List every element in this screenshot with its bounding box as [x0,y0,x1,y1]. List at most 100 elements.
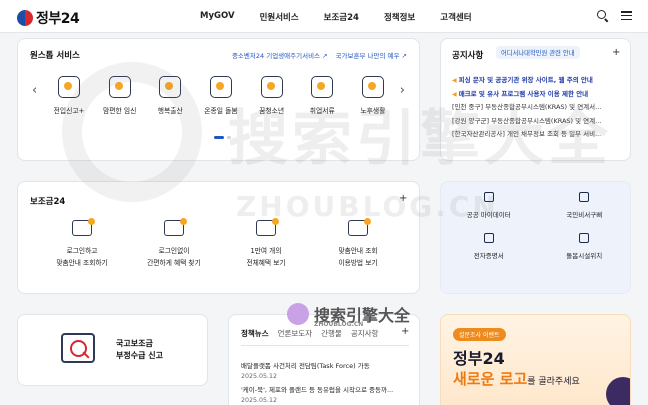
subsidy-view-all[interactable]: 1만여 개의 전체혜택 보기 [220,218,312,269]
magnifier-report-icon [61,333,95,363]
service-label: 맘편한 임신 [102,107,137,115]
news-title: 배달플랫폼 사건처리 전담팀(Task Force) 가동 [241,362,370,370]
notices-more-icon[interactable]: + [612,47,620,58]
ribbon-icon [209,76,232,98]
search-icon[interactable] [597,10,609,22]
subsidy24-list: 로그인하고 맞춤안내 조회하기 로그인없이 간편하게 혜택 찾기 1만여 개의 … [36,218,404,269]
onestop-service-links: 중소벤처24 기업생애주기서비스 ↗ 국가보훈부 나만의 예우 ↗ [232,50,407,60]
quick-links-grid: 공공 마이데이터 국민비서구삐 전자증명서 돌봄시설위치 [441,192,632,260]
nav-policy-info[interactable]: 정책정보 [384,11,415,23]
notice-item[interactable]: 매크로 및 유사 프로그램 사용자 이용 제한 안내 [452,88,627,102]
news-tabs: 정책뉴스 언론보도자 간행물 공지사항 [241,328,378,339]
service-item-birth[interactable]: 행복출산 [147,76,193,115]
quick-link-secretary[interactable]: 국민비서구삐 [537,192,633,219]
quick-link-care-facility[interactable]: 돌봄시설위치 [537,233,633,260]
onestop-services-card: 원스톱 서비스 중소벤처24 기업생애주기서비스 ↗ 국가보훈부 나만의 예우 … [17,38,420,161]
quick-link-e-certificate[interactable]: 전자증명서 [441,233,537,260]
top-header: 정부24 MyGOV 민원서비스 보조금24 정책정보 고객센터 [0,0,648,33]
service-label: 온종일 돌봄 [204,107,238,115]
carousel-next-icon[interactable]: › [400,83,405,98]
subsidy24-title: 보조금24 [30,197,66,207]
sme-lifecycle-link[interactable]: 중소벤처24 기업생애주기서비스 ↗ [232,50,328,60]
quick-link-label: 돌봄시설위치 [566,252,603,260]
carousel-pagination [214,136,231,139]
notice-badge[interactable]: 어디서나대학민원 관련 안내 [496,46,580,59]
news-card: 정책뉴스 언론보도자 간행물 공지사항 + 배달플랫폼 사건처리 전담팀(Tas… [228,314,420,405]
service-label: 꿈청소년 [259,107,285,115]
service-item-youth[interactable]: 꿈청소년 [249,76,295,115]
list-icon [164,218,187,236]
quick-link-label: 국민비서구삐 [566,211,603,219]
service-item-pregnancy[interactable]: 맘편한 임신 [97,76,143,115]
chat-icon [579,192,590,202]
screen-icon [348,218,371,236]
senior-icon [361,76,384,98]
decorative-shape [606,377,630,405]
nav-customer-center[interactable]: 고객센터 [440,11,471,23]
quick-link-label: 전자증명서 [473,252,504,260]
service-item-senior[interactable]: 노후생활 [350,76,396,115]
document-icon [483,233,494,243]
gov24-logo[interactable]: 정부24 [17,8,80,28]
notice-item[interactable]: [강원 양구군] 부동산종합공부시스템(KRAS) 및 연계... [452,115,627,129]
banner-subtitle-rest: 를 골라주세요 [527,377,580,387]
tab-publications[interactable]: 간행물 [321,328,342,339]
nav-mygov[interactable]: MyGOV [200,11,235,23]
quick-link-mydata[interactable]: 공공 마이데이터 [441,192,537,219]
carousel-dot-1[interactable] [214,136,224,139]
hand-data-icon [483,192,494,202]
service-label: 노후생활 [360,107,386,115]
nav-civil-service[interactable]: 민원서비스 [260,11,299,23]
veterans-link[interactable]: 국가보훈부 나만의 예우 ↗ [336,50,407,60]
book-icon [260,76,283,98]
main-nav: MyGOV 민원서비스 보조금24 정책정보 고객센터 [200,11,497,23]
hamburger-menu-icon[interactable] [621,10,632,21]
news-item[interactable]: '케이-북', 제포와 플랜드 등 동유럽을 시작으로 중동까... 2025.… [241,384,393,404]
service-label: 행복출산 [157,107,183,115]
location-pin-icon [579,233,590,243]
subsidy24-more-icon[interactable]: + [399,193,407,204]
banner-title: 정부24 [453,349,505,368]
service-label: 전입신고+ [53,107,85,115]
news-divider [241,345,409,346]
subsidy-label: 맞춤안내 조회 이용방법 보기 [338,247,378,267]
report-label: 국고보조금 부정수급 신고 [116,339,163,360]
banner-subtitle: 새로운 로고를 골라주세요 [453,368,580,389]
notices-title: 공지사항 [452,51,484,61]
nav-subsidy24[interactable]: 보조금24 [324,11,359,23]
tab-policy-news[interactable]: 정책뉴스 [241,328,269,339]
service-item-care[interactable]: 온종일 돌봄 [198,76,244,115]
subsidy-label: 로그인하고 맞춤안내 조회하기 [56,247,108,267]
notice-item[interactable]: [한국자산관리공사] 개인 채무정보 조회 등 일부 서비... [452,128,627,142]
subsidy-login-lookup[interactable]: 로그인하고 맞춤안내 조회하기 [36,218,128,269]
news-more-icon[interactable]: + [401,326,409,337]
quick-link-label: 공공 마이데이터 [466,211,511,219]
carousel-prev-icon[interactable]: ‹ [32,83,37,98]
subsidy-label: 1만여 개의 전체혜택 보기 [246,247,286,267]
subsidy-fraud-report-card[interactable]: 국고보조금 부정수급 신고 [17,314,208,386]
banner-highlight: 새로운 로고 [453,370,528,388]
subsidy24-card: 보조금24 + 로그인하고 맞춤안내 조회하기 로그인없이 간편하게 혜택 찾기… [17,181,420,294]
taegeuk-icon [17,10,33,26]
carousel-dot-2[interactable] [227,136,231,139]
tab-notices[interactable]: 공지사항 [351,328,379,339]
quick-links-card: 공공 마이데이터 국민비서구삐 전자증명서 돌봄시설위치 [440,181,631,294]
subsidy-how-to[interactable]: 맞춤안내 조회 이용방법 보기 [312,218,404,269]
lamp-icon [256,218,279,236]
news-item[interactable]: 배달플랫폼 사건처리 전담팀(Task Force) 가동 2025.05.12 [241,360,393,380]
service-label: 취업서류 [309,107,335,115]
logo-survey-banner[interactable]: 설문조사 이벤트 정부24 새로운 로고를 골라주세요 [440,314,631,405]
subsidy-label: 로그인없이 간편하게 혜택 찾기 [147,247,201,267]
tab-press-release[interactable]: 언론보도자 [278,328,313,339]
service-item-job-docs[interactable]: 취업서류 [299,76,345,115]
notice-list: 피싱 문자 및 공공기관 위장 사이트, 웹 주의 안내 매크로 및 유사 프로… [452,74,627,142]
notices-card: 공지사항 어디서나대학민원 관련 안내 + 피싱 문자 및 공공기관 위장 사이… [440,38,631,161]
onestop-services-list: 전입신고+ 맘편한 임신 행복출산 온종일 돌봄 꿈청소년 취업서류 노후생활 [46,76,396,115]
survey-event-tag: 설문조사 이벤트 [453,328,506,341]
service-item-move-in[interactable]: 전입신고+ [46,76,92,115]
notice-item[interactable]: [인천 중구] 부동산종합공부시스템(KRAS) 및 연계서... [452,101,627,115]
notice-item[interactable]: 피싱 문자 및 공공기관 위장 사이트, 웹 주의 안내 [452,74,627,88]
subsidy-quick-find[interactable]: 로그인없이 간편하게 혜택 찾기 [128,218,220,269]
logo-text: 정부24 [36,11,80,27]
onestop-services-title: 원스톱 서비스 [30,51,80,61]
